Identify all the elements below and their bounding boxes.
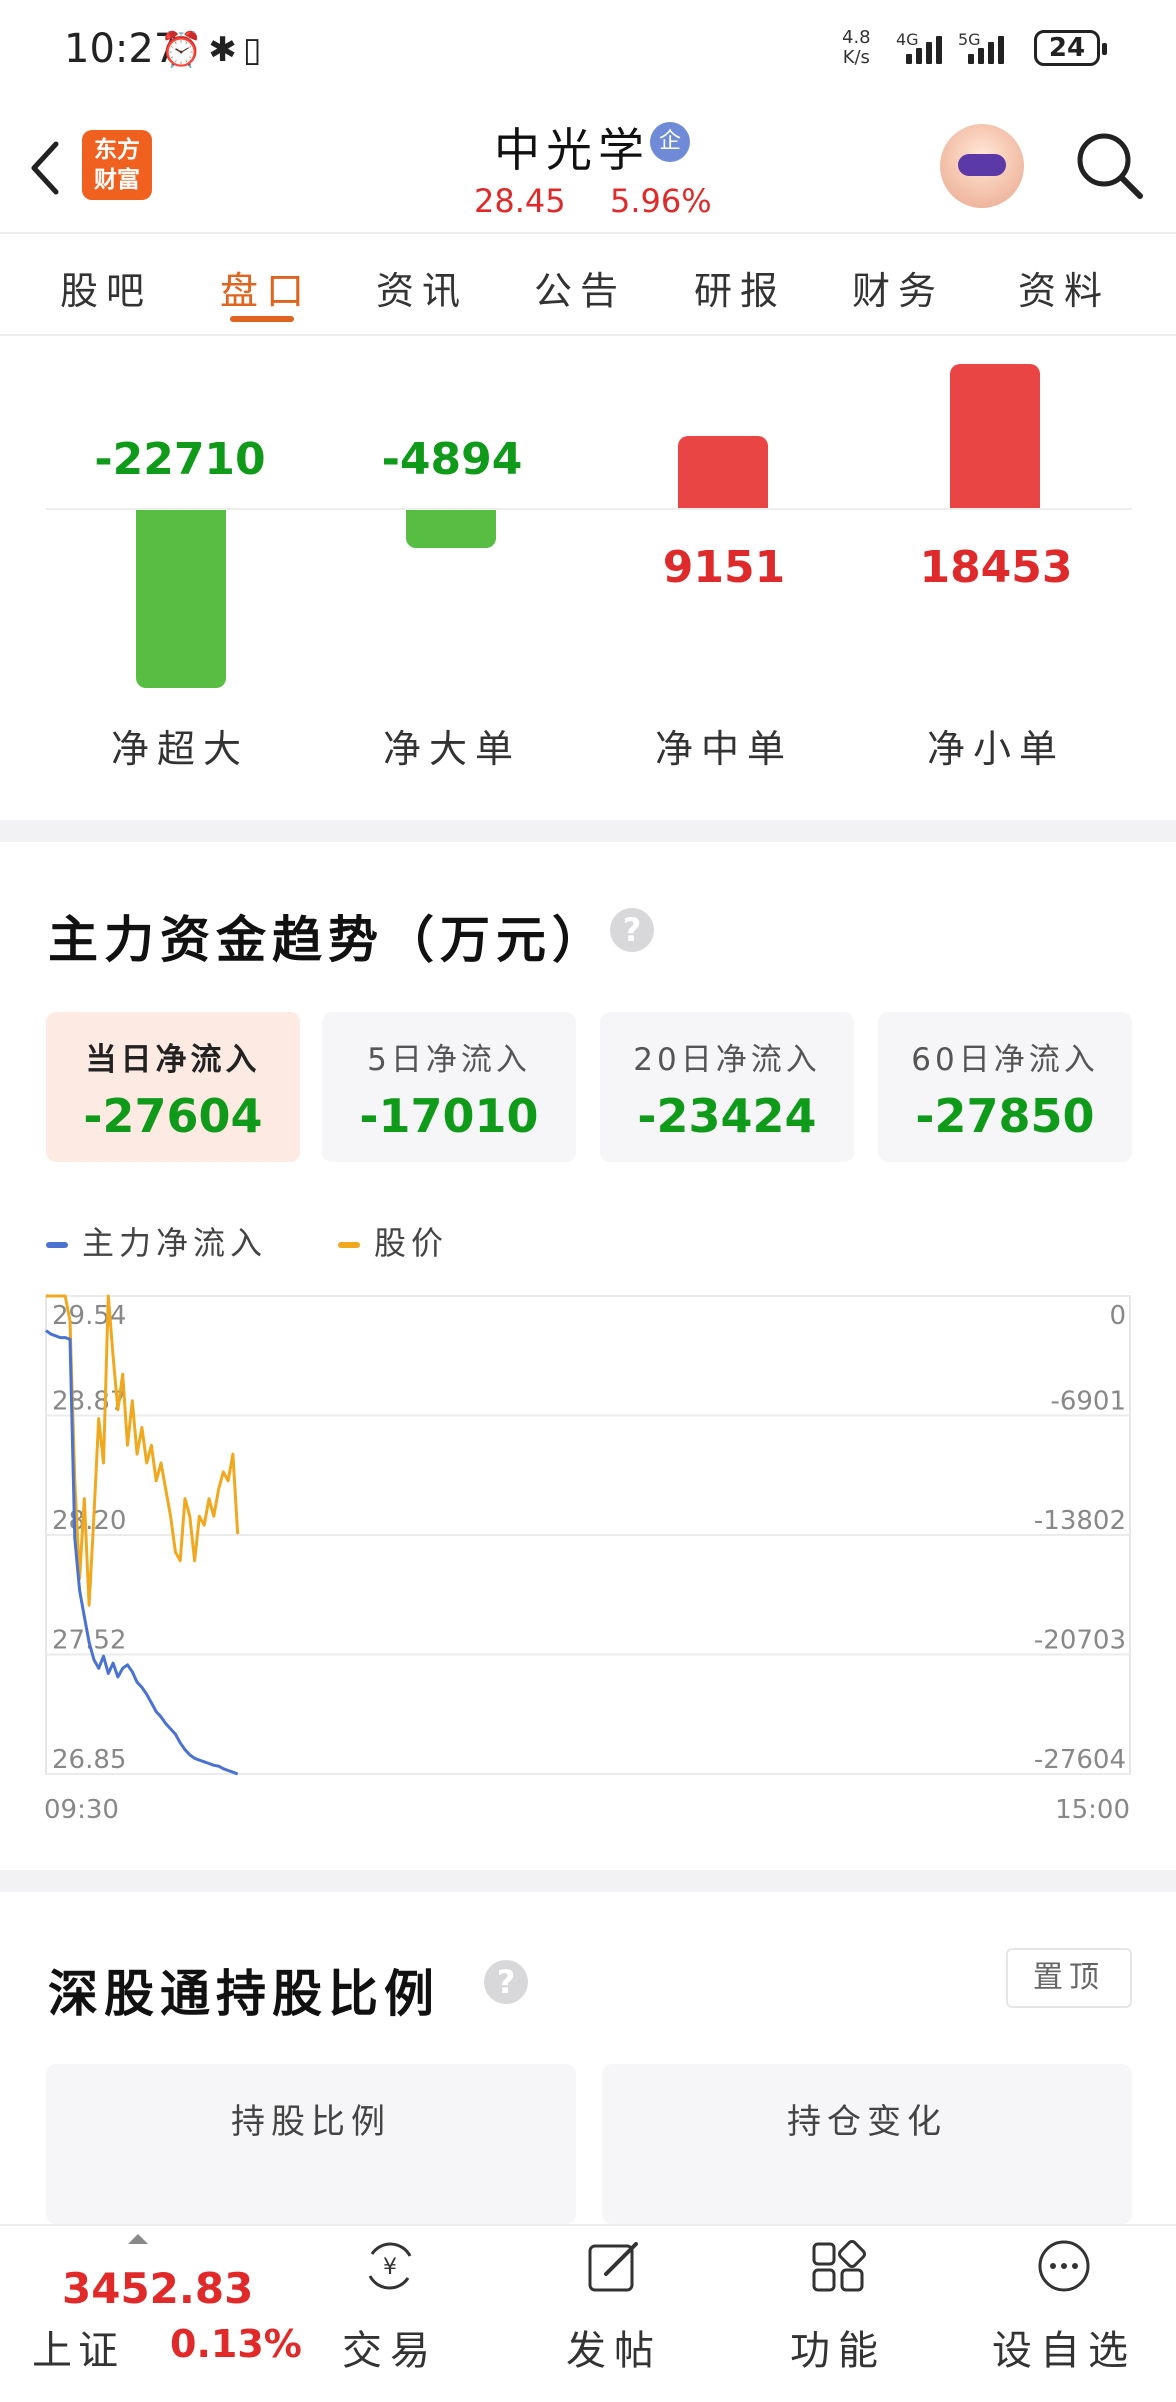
post-label: 发帖 (566, 2328, 662, 2374)
pin-top-button[interactable]: 置顶 (1006, 1948, 1132, 2008)
main-fund-trend-section: 主力资金趋势（万元） ? 当日净流入 -27604 5日净流入 -17010 2… (0, 840, 1176, 1870)
assistant-avatar-icon[interactable] (940, 124, 1024, 208)
index-name[interactable]: 上证 (32, 2318, 124, 2376)
alarm-icon: ⏰ (160, 30, 209, 70)
sz-connect-holding-section: 深股通持股比例 ? 置顶 持股比例 持仓变化 (0, 1892, 1176, 2224)
help-icon[interactable]: ? (484, 1960, 528, 2004)
network-speed-unit: K/s (842, 47, 870, 68)
post-button[interactable]: 发帖 (534, 2226, 694, 2402)
active-tab-indicator (230, 316, 294, 322)
right-tick-label: -6901 (1050, 1387, 1126, 1417)
stock-header: 东方 财富 中光学 企 28.45 5.96% (0, 100, 1176, 234)
status-icons: ⏰✱▯ (160, 30, 268, 70)
signal-4g-icon (906, 30, 942, 64)
x-start-label: 09:30 (44, 1795, 119, 1825)
flow-value-small: 18453 (919, 542, 1073, 593)
tab-profile[interactable]: 资料 (1018, 260, 1110, 315)
section-divider (0, 820, 1176, 842)
tab-research[interactable]: 研报 (694, 260, 786, 315)
expand-caret-icon[interactable] (128, 2234, 148, 2244)
left-tick-label: 29.54 (52, 1301, 126, 1331)
left-tick-label: 28.20 (52, 1506, 126, 1536)
tab-news[interactable]: 资讯 (376, 260, 468, 315)
signal-5g-icon (968, 30, 1004, 64)
trade-label: 交易 (342, 2328, 438, 2374)
price-series-line (46, 1294, 240, 1607)
enterprise-badge: 企 (650, 122, 690, 162)
tab-announcements[interactable]: 公告 (534, 260, 626, 315)
grid-icon (812, 2240, 866, 2292)
flow-label-super-large: 净超大 (110, 727, 249, 771)
app-logo[interactable]: 东方 财富 (82, 130, 152, 200)
logo-line1: 东方 (94, 137, 140, 163)
right-tick-label: -27604 (1034, 1745, 1126, 1775)
flow-label-large: 净大单 (382, 727, 521, 771)
edit-icon (588, 2242, 638, 2292)
flow-label-small: 净小单 (926, 727, 1065, 771)
status-bar: 10:27 ⏰✱▯ 4.8 K/s 4G 5G 24 (0, 0, 1176, 100)
stock-change-percent: 5.96% (610, 182, 712, 220)
tab-finance[interactable]: 财务 (852, 260, 944, 315)
search-icon[interactable] (1072, 128, 1146, 202)
position-change-card[interactable]: 持仓变化 (602, 2064, 1132, 2224)
left-tick-label: 26.85 (52, 1745, 126, 1775)
add-watchlist-button[interactable]: 设自选 (984, 2226, 1144, 2402)
right-tick-label: 0 (1109, 1301, 1126, 1331)
stock-name: 中光学 (494, 123, 650, 177)
flow-value-large: -4894 (381, 434, 523, 485)
more-icon (1038, 2240, 1090, 2292)
trade-button[interactable]: ¥ 交易 (310, 2226, 470, 2402)
x-end-label: 15:00 (1055, 1795, 1130, 1825)
trade-icon: ¥ (368, 2242, 412, 2290)
holding-ratio-card[interactable]: 持股比例 (46, 2064, 576, 2224)
tab-bar: 股吧 盘口 资讯 公告 研报 财务 资料 (0, 236, 1176, 336)
flow-label-medium: 净中单 (654, 727, 793, 771)
index-value[interactable]: 3452.83 (62, 2264, 253, 2313)
functions-label: 功能 (790, 2328, 886, 2374)
back-arrow-icon[interactable] (26, 138, 66, 198)
flow-bar-super-large (136, 510, 226, 688)
right-tick-label: -20703 (1034, 1626, 1126, 1656)
bottom-bar: 3452.83 上证 0.13% ¥ 交易 发帖 功能 设自选 (0, 2224, 1176, 2400)
tab-guba[interactable]: 股吧 (60, 260, 152, 315)
battery-icon: 24 (1034, 30, 1107, 66)
flow-value-medium: 9151 (662, 542, 786, 593)
network-speed-value: 4.8 (842, 27, 871, 48)
add-watchlist-label: 设自选 (992, 2328, 1136, 2374)
svg-text:¥: ¥ (383, 2255, 397, 2280)
tab-pankou[interactable]: 盘口 (220, 260, 312, 315)
section-divider (0, 1870, 1176, 1892)
stock-price: 28.45 (474, 182, 566, 220)
logo-line2: 财富 (94, 167, 140, 193)
flow-bar-medium (678, 436, 768, 508)
flow-bar-large (406, 510, 496, 548)
holding-title: 深股通持股比例 (48, 1965, 440, 2023)
flow-bar-small (950, 364, 1040, 508)
fund-trend-chart: 29.54 028.87 -690128.20 -1380227.52 -2070326… (44, 1294, 1131, 1825)
bluetooth-icon: ✱ (208, 30, 243, 70)
vibrate-icon: ▯ (242, 30, 268, 70)
right-tick-label: -13802 (1034, 1506, 1126, 1536)
network-speed: 4.8 K/s (842, 28, 871, 68)
flow-value-super-large: -22710 (94, 434, 266, 485)
index-change-percent[interactable]: 0.13% (170, 2322, 302, 2366)
net-flow-section: -22710 净超大 -4894 净大单 9151 净中单 18453 净小单 (0, 338, 1176, 818)
functions-button[interactable]: 功能 (758, 2226, 918, 2402)
